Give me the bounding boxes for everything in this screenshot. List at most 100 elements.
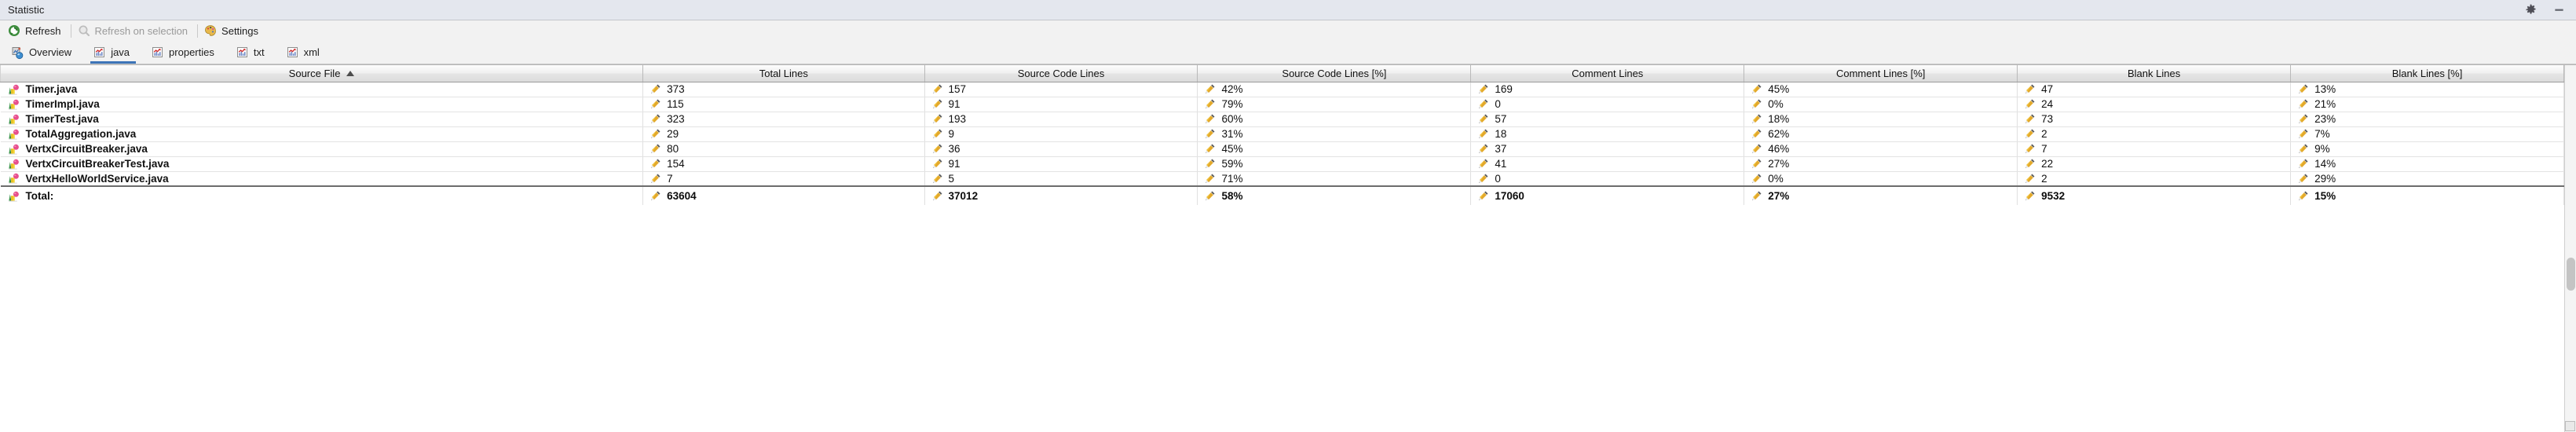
pencil-icon (649, 113, 661, 125)
window-titlebar: Statistic (0, 0, 2576, 20)
pencil-icon (2297, 113, 2309, 125)
cell-source-file: VertxCircuitBreaker.java (0, 141, 644, 157)
value-comment-lines: 41 (1495, 158, 1507, 170)
tab-bar: Overview java properties txt xml (0, 41, 2576, 64)
cell-source-code-lines-pct: 45% (1197, 141, 1472, 157)
column-header-source-code-lines[interactable]: Source Code Lines (924, 65, 1198, 82)
cell-comment-lines: 57 (1470, 112, 1745, 127)
refresh-on-selection-button[interactable]: Refresh on selection (75, 23, 195, 38)
table-body: Timer.java 373 157 42% 169 45% 47 13% TimerImpl.… (0, 82, 2564, 187)
minimize-icon[interactable] (2552, 4, 2565, 16)
pencil-icon (649, 98, 661, 110)
gear-icon[interactable] (2524, 4, 2537, 16)
tab-xml[interactable]: xml (282, 41, 337, 64)
refresh-button[interactable]: Refresh (5, 23, 68, 38)
total-cell-source-code-lines: 37012 (924, 186, 1198, 205)
java-file-icon (8, 83, 20, 96)
table-row[interactable]: Timer.java 373 157 42% 169 45% 47 13% (0, 82, 2564, 97)
table-row[interactable]: VertxCircuitBreaker.java 80 36 45% 37 46% 7 9% (0, 141, 2564, 157)
cell-blank-lines: 2 (2017, 126, 2292, 142)
tab-txt[interactable]: txt (232, 41, 282, 64)
cell-total-lines: 7 (642, 171, 925, 187)
cell-source-code-lines: 36 (924, 141, 1198, 157)
value-blank-lines: 24 (2041, 98, 2054, 110)
column-header-source-file[interactable]: Source File (0, 65, 644, 82)
cell-blank-lines: 24 (2017, 97, 2292, 112)
value-comment-lines: 0 (1495, 98, 1501, 110)
value-blank-lines-pct: 9% (2314, 143, 2330, 155)
overview-icon (11, 46, 24, 59)
table-row[interactable]: TimerImpl.java 115 91 79% 0 0% 24 21% (0, 97, 2564, 112)
tab-properties[interactable]: properties (147, 41, 232, 64)
chart-icon (236, 46, 248, 58)
total-value-blank-lines: 9532 (2041, 190, 2066, 202)
table-row[interactable]: VertxHelloWorldService.java 7 5 71% 0 0% 2 29% (0, 171, 2564, 187)
vertical-scrollbar-thumb[interactable] (2567, 258, 2575, 291)
value-comment-lines-pct: 46% (1768, 143, 1790, 155)
value-total-lines: 7 (667, 172, 673, 185)
cell-blank-lines-pct: 9% (2290, 141, 2564, 157)
statistics-table-container: Source File Total Lines Source Code Line… (0, 64, 2576, 432)
cell-comment-lines: 169 (1470, 82, 1745, 97)
value-comment-lines-pct: 0% (1768, 98, 1784, 110)
column-header-source-code-lines-pct[interactable]: Source Code Lines [%] (1197, 65, 1472, 82)
table-row[interactable]: VertxCircuitBreakerTest.java 154 91 59% 41 27… (0, 156, 2564, 172)
cell-total-lines: 154 (642, 156, 925, 172)
resize-grip[interactable] (2565, 421, 2575, 431)
cell-comment-lines-pct: 45% (1744, 82, 2018, 97)
value-comment-lines-pct: 62% (1768, 128, 1790, 140)
vertical-scrollbar[interactable] (2564, 65, 2576, 432)
pencil-icon (2024, 128, 2036, 140)
cell-blank-lines-pct: 23% (2290, 112, 2564, 127)
pencil-icon (2024, 98, 2036, 110)
value-comment-lines: 0 (1495, 172, 1501, 185)
palette-icon (204, 24, 217, 37)
cell-source-code-lines: 193 (924, 112, 1198, 127)
column-header-blank-lines-pct[interactable]: Blank Lines [%] (2290, 65, 2564, 82)
pencil-icon (2024, 113, 2036, 125)
java-file-icon (8, 190, 20, 203)
java-file-icon (8, 158, 20, 170)
source-file-name: Timer.java (25, 83, 78, 95)
java-file-icon (8, 128, 20, 141)
cell-source-code-lines-pct: 79% (1197, 97, 1472, 112)
source-file-name: TimerTest.java (25, 113, 99, 125)
total-row[interactable]: Total: 63604 37012 58% 17060 27% 9532 15… (0, 186, 2564, 205)
pencil-icon (2297, 158, 2309, 170)
tab-java-label: java (111, 46, 130, 58)
value-comment-lines-pct: 18% (1768, 113, 1790, 125)
cell-source-code-lines: 91 (924, 156, 1198, 172)
column-header-blank-lines[interactable]: Blank Lines (2017, 65, 2292, 82)
settings-button[interactable]: Settings (201, 23, 265, 38)
pencil-icon (1751, 98, 1762, 110)
cell-comment-lines: 37 (1470, 141, 1745, 157)
table-row[interactable]: TotalAggregation.java 29 9 31% 18 62% 2 7% (0, 126, 2564, 142)
table-row[interactable]: TimerTest.java 323 193 60% 57 18% 73 23% (0, 112, 2564, 127)
pencil-icon (2297, 143, 2309, 155)
statistics-table: Source File Total Lines Source Code Line… (0, 65, 2564, 205)
column-header-comment-lines[interactable]: Comment Lines (1470, 65, 1745, 82)
cell-comment-lines-pct: 0% (1744, 171, 2018, 187)
column-header-comment-lines-pct[interactable]: Comment Lines [%] (1744, 65, 2018, 82)
value-blank-lines: 2 (2041, 172, 2047, 185)
pencil-icon (1477, 83, 1489, 95)
value-comment-lines: 18 (1495, 128, 1507, 140)
cell-comment-lines-pct: 18% (1744, 112, 2018, 127)
column-header-total-lines[interactable]: Total Lines (642, 65, 925, 82)
action-toolbar: Refresh Refresh on selection Settings (0, 20, 2576, 41)
java-file-icon (8, 172, 20, 185)
pencil-icon (1477, 113, 1489, 125)
cell-total-lines: 80 (642, 141, 925, 157)
pencil-icon (649, 128, 661, 140)
pencil-icon (931, 128, 943, 140)
pencil-icon (2024, 190, 2036, 202)
settings-label: Settings (221, 24, 259, 37)
source-file-name: TimerImpl.java (25, 98, 100, 110)
titlebar-controls (2524, 4, 2570, 16)
tab-overview[interactable]: Overview (6, 41, 89, 64)
total-value-blank-lines-pct: 15% (2314, 190, 2336, 202)
value-source-code-lines-pct: 31% (1221, 128, 1243, 140)
tab-java[interactable]: java (89, 41, 147, 64)
pencil-icon (1477, 190, 1489, 202)
cell-blank-lines-pct: 21% (2290, 97, 2564, 112)
